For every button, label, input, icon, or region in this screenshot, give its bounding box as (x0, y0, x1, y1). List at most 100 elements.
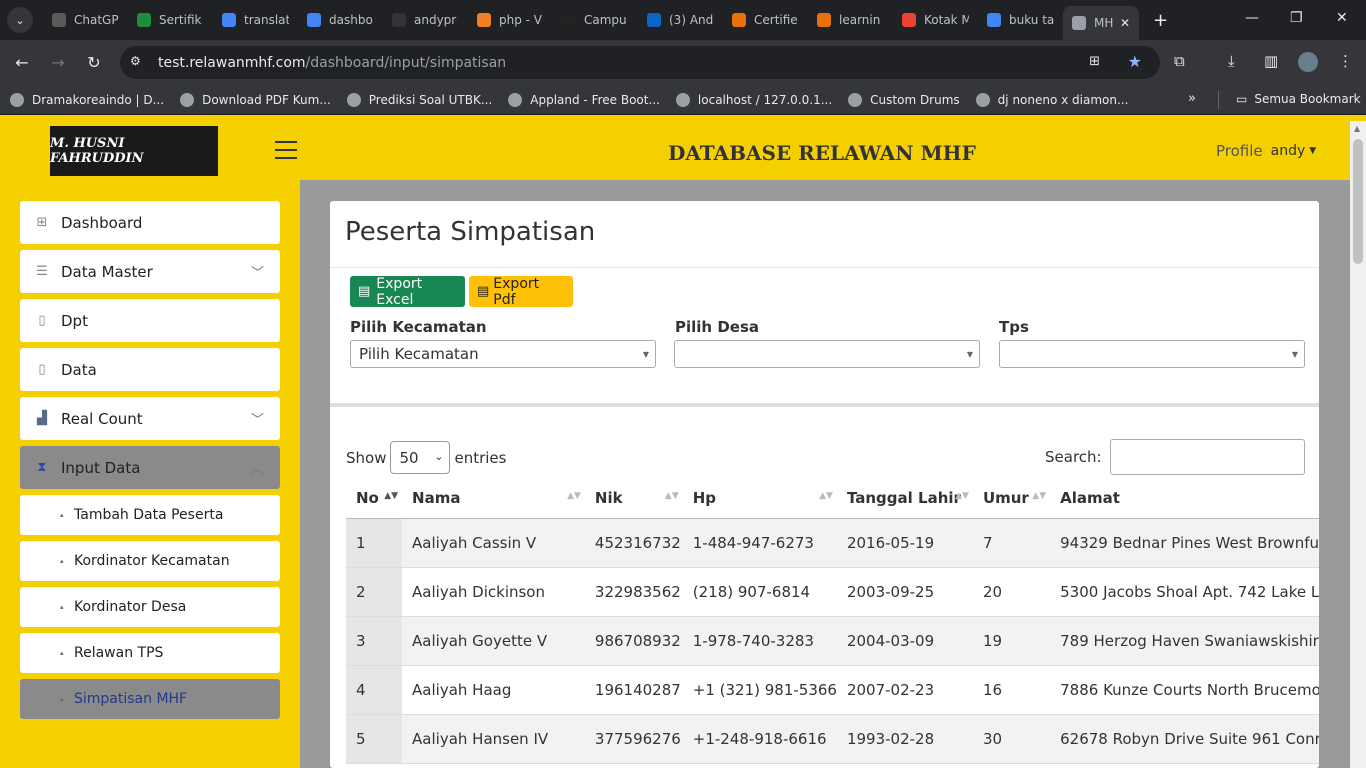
entries-select[interactable]: 50 ⌄ (390, 441, 451, 474)
close-window-icon[interactable]: ✕ (1336, 10, 1348, 26)
logo-text: M. HUSNI FAHRUDDIN (50, 136, 144, 166)
menu-icon[interactable]: ⋮ (1338, 52, 1353, 70)
folder-icon: ▭ (1236, 92, 1248, 106)
browser-tab[interactable]: Kotak M (893, 0, 978, 40)
browser-tab[interactable]: Campu (553, 0, 638, 40)
tab-title: buku ta (1009, 13, 1054, 27)
column-header-umur[interactable]: Umur ▲▼ (972, 479, 1051, 519)
back-icon[interactable]: ← (4, 53, 40, 72)
tps-select[interactable]: ▼ (999, 340, 1305, 368)
bullet-icon: ▴ (60, 695, 64, 703)
extensions-icon[interactable]: ⧉ (1174, 52, 1185, 70)
page-title: Peserta Simpatisan (345, 217, 596, 247)
url-bar[interactable]: test.relawanmhf.com/dashboard/input/simp… (120, 46, 1160, 79)
page-scrollbar[interactable]: ▲ (1350, 121, 1366, 768)
dropdown-arrow-icon: ▼ (642, 350, 649, 359)
sidebar-subitem-kordinator-kecamatan[interactable]: ▴ Kordinator Kecamatan (20, 541, 280, 581)
bookmark-item[interactable]: Dramakoreaindo | D... (10, 92, 164, 107)
logo[interactable]: M. HUSNI FAHRUDDIN (50, 126, 218, 176)
bookmark-item[interactable]: localhost / 127.0.0.1... (675, 92, 832, 107)
all-bookmarks[interactable]: ▭ Semua Bookmark (1236, 92, 1361, 106)
download-icon[interactable]: ⤓ (1228, 52, 1235, 70)
bookmark-item[interactable]: Custom Drums (848, 92, 960, 107)
column-header-no[interactable]: No ▲▼ (346, 479, 403, 519)
browser-tab[interactable]: ChatGP (43, 0, 128, 40)
hamburger-menu-icon[interactable] (275, 141, 297, 159)
bookmark-star-icon[interactable]: ★ (1128, 52, 1142, 71)
browser-tab[interactable]: andypr (383, 0, 468, 40)
sidebar-subitem-label: Relawan TPS (74, 645, 164, 661)
profile-image: Profile (1216, 142, 1263, 160)
table-row[interactable]: 5 Aaliyah Hansen IV 377596276 +1-248-918-66… (346, 714, 1319, 764)
bookmark-item[interactable]: Appland - Free Boot... (508, 92, 660, 107)
column-header-nama[interactable]: Nama ▲▼ (402, 479, 585, 519)
sidebar-item-data[interactable]: ▯ Data (20, 348, 280, 391)
column-header-tanggal-lahir[interactable]: Tanggal Lahir ▲▼ (836, 479, 973, 519)
forward-icon[interactable]: → (40, 53, 76, 72)
close-tab-icon[interactable]: ✕ (1120, 16, 1130, 30)
side-panel-icon[interactable]: ▥ (1264, 52, 1278, 70)
browser-tab[interactable]: learnin (808, 0, 893, 40)
table-cell-nik: 986708932 (584, 616, 683, 666)
sidebar-item-input-data[interactable]: ⧗ Input Data ︿ (20, 446, 280, 489)
export-excel-button[interactable]: ▤ Export Excel (350, 276, 465, 308)
kecamatan-select[interactable]: Pilih Kecamatan ▼ (350, 340, 656, 368)
table-row[interactable]: 3 Aaliyah Goyette V 986708932 1-978-740-328… (346, 616, 1319, 666)
table-cell-tanggal-lahir: 2016-05-19 (836, 518, 973, 568)
sort-icon: ▲▼ (384, 491, 399, 501)
sidebar-subitem-kordinator-desa[interactable]: ▴ Kordinator Desa (20, 587, 280, 627)
chevron-down-icon: ⌄ (434, 450, 444, 463)
table-row[interactable]: 1 Aaliyah Cassin V 452316732 1-484-947-6273… (346, 518, 1319, 568)
browser-tab[interactable]: translat (213, 0, 298, 40)
url-domain: test.relawanmhf.com (158, 54, 306, 71)
browser-tab[interactable]: Sertifik (128, 0, 213, 40)
sort-icon: ▲▼ (955, 491, 969, 501)
bookmark-item[interactable]: Prediksi Soal UTBK... (346, 92, 492, 107)
export-pdf-button[interactable]: ▤ Export Pdf (469, 276, 573, 308)
bookmark-favicon-icon (848, 92, 863, 107)
scroll-up-icon[interactable]: ▲ (1354, 124, 1360, 133)
new-tab-button[interactable]: + (1153, 10, 1168, 31)
column-header-nik[interactable]: Nik ▲▼ (584, 479, 683, 519)
input-icon: ⧗ (37, 460, 47, 475)
browser-tab[interactable]: dashbo (298, 0, 383, 40)
table-cell-hp: 1-484-947-6273 (682, 518, 837, 568)
bookmark-item[interactable]: Download PDF Kum... (180, 92, 331, 107)
browser-tab[interactable]: buku ta (978, 0, 1063, 40)
profile-dropdown[interactable]: Profile andy ▼ (1216, 142, 1316, 160)
reload-icon[interactable]: ↻ (76, 53, 112, 72)
sidebar-item-dashboard[interactable]: ⊞ Dashboard (20, 201, 280, 244)
drive-icon (137, 13, 151, 27)
restore-icon[interactable]: ❐ (1290, 10, 1303, 26)
avatar[interactable] (1298, 52, 1318, 72)
column-header-alamat[interactable]: Alamat (1050, 479, 1319, 519)
tab-search-button[interactable]: ⌄ (7, 7, 33, 33)
scrollbar-thumb[interactable] (1353, 139, 1363, 264)
translate-icon[interactable]: ⊞ (1089, 54, 1100, 69)
sidebar-item-dpt[interactable]: ▯ Dpt (20, 299, 280, 342)
sidebar-subitem-tambah-data-peserta[interactable]: ▴ Tambah Data Peserta (20, 495, 280, 535)
table-cell-no: 2 (346, 567, 403, 617)
browser-tab[interactable]: (3) And (638, 0, 723, 40)
table-row[interactable]: 4 Aaliyah Haag 196140287 +1 (321) 981-5366 2… (346, 665, 1319, 715)
more-bookmarks-icon[interactable]: » (1188, 91, 1196, 106)
entries-value: 50 (399, 448, 419, 467)
browser-tab[interactable]: Certifie (723, 0, 808, 40)
bookmark-item[interactable]: dj noneno x diamon... (975, 92, 1128, 107)
grid-icon: ⊞ (36, 215, 48, 230)
campus-icon (562, 13, 576, 27)
site-settings-icon[interactable]: ⚙ (130, 54, 141, 68)
column-header-label: Hp (692, 489, 717, 508)
sidebar-item-real-count[interactable]: ▟ Real Count ﹀ (20, 397, 280, 440)
sidebar-subitem-simpatisan-mhf[interactable]: ▴ Simpatisan MHF (20, 679, 280, 719)
table-row[interactable]: 2 Aaliyah Dickinson 322983562 (218) 907-681… (346, 567, 1319, 617)
column-header-hp[interactable]: Hp ▲▼ (682, 479, 837, 519)
tab-active[interactable]: MH ✕ (1063, 6, 1139, 40)
sidebar-item-data-master[interactable]: ☰ Data Master ﹀ (20, 250, 280, 293)
minimize-icon[interactable]: — (1245, 10, 1259, 26)
sidebar-subitem-relawan-tps[interactable]: ▴ Relawan TPS (20, 633, 280, 673)
column-header-label: Alamat (1060, 489, 1120, 508)
desa-select[interactable]: ▼ (674, 340, 980, 368)
browser-tab[interactable]: php - V (468, 0, 553, 40)
search-input[interactable] (1109, 439, 1305, 475)
